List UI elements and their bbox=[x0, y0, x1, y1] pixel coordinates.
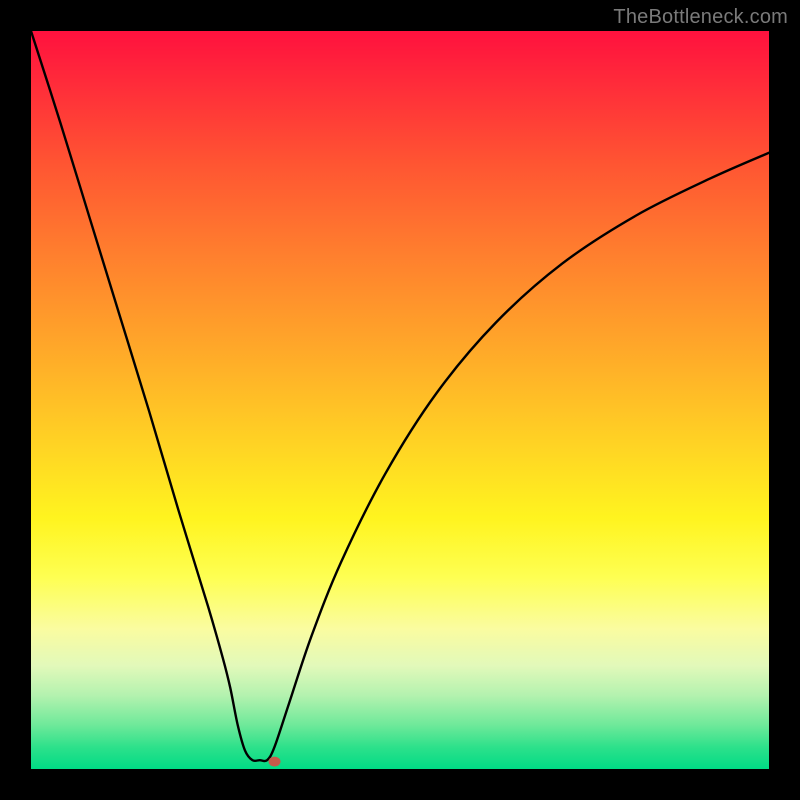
chart-svg bbox=[31, 31, 769, 769]
chart-frame: TheBottleneck.com bbox=[0, 0, 800, 800]
optimum-marker bbox=[269, 757, 281, 767]
bottleneck-curve bbox=[31, 31, 769, 761]
watermark-text: TheBottleneck.com bbox=[613, 6, 788, 29]
